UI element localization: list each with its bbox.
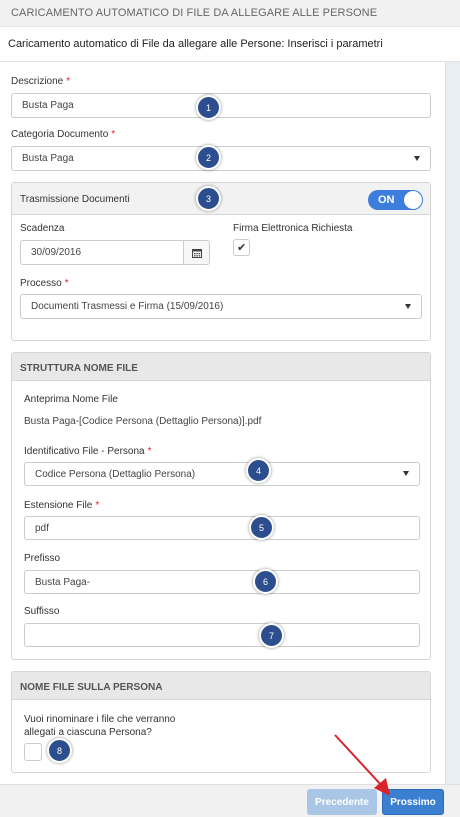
step-marker-2: 2 [196, 145, 221, 170]
categoria-label-text: Categoria Documento [11, 129, 109, 140]
processo-select[interactable]: Documenti Trasmessi e Firma (15/09/2016) [20, 294, 422, 319]
rinomina-question-line2: allegati a ciascuna Persona? [24, 727, 152, 738]
toggle-knob [404, 191, 422, 209]
vertical-scrollbar[interactable] [445, 62, 460, 784]
descrizione-value: Busta Paga [22, 100, 74, 111]
firma-checkbox[interactable]: ✔ [233, 239, 250, 256]
identificativo-label: Identificativo File - Persona * [24, 446, 152, 457]
scadenza-value: 30/09/2016 [31, 247, 82, 258]
anteprima-value: Busta Paga-[Codice Persona (Dettaglio Pe… [24, 416, 262, 427]
required-asterisk: * [147, 446, 152, 457]
struttura-panel: STRUTTURA NOME FILE Anteprima Nome File … [11, 352, 431, 660]
scadenza-date-input[interactable]: 30/09/2016 [20, 240, 184, 265]
prefisso-value: Busta Paga- [35, 576, 91, 588]
trasmissione-toggle[interactable]: ON [368, 190, 423, 210]
required-asterisk: * [64, 278, 69, 289]
required-asterisk: * [111, 129, 116, 140]
dialog-title-bar: CARICAMENTO AUTOMATICO DI FILE DA ALLEGA… [0, 0, 460, 27]
chevron-down-icon [414, 155, 420, 161]
estensione-label: Estensione File * [24, 500, 99, 511]
processo-label-text: Processo [20, 278, 62, 289]
nome-file-title: NOME FILE SULLA PERSONA [20, 682, 163, 693]
required-asterisk: * [66, 76, 71, 87]
step-marker-4: 4 [246, 458, 271, 483]
dialog-title: CARICAMENTO AUTOMATICO DI FILE DA ALLEGA… [11, 7, 378, 19]
descrizione-label-text: Descrizione [11, 76, 64, 87]
prefisso-input[interactable]: Busta Paga- [24, 570, 420, 594]
scadenza-label: Scadenza [20, 223, 65, 234]
anteprima-label: Anteprima Nome File [24, 394, 118, 405]
step-marker-7: 7 [259, 623, 284, 648]
categoria-label: Categoria Documento * [11, 129, 115, 140]
required-asterisk: * [95, 500, 100, 511]
identificativo-value: Codice Persona (Dettaglio Persona) [35, 468, 196, 480]
chevron-down-icon [405, 303, 411, 309]
estensione-label-text: Estensione File [24, 500, 93, 511]
categoria-value: Busta Paga [22, 153, 74, 164]
descrizione-input[interactable]: Busta Paga [11, 93, 431, 118]
dialog-subtitle-bar: Caricamento automatico di File da allega… [0, 27, 460, 62]
calendar-icon [192, 249, 202, 258]
dialog-subtitle: Caricamento automatico di File da allega… [8, 38, 383, 50]
nome-file-panel-header: NOME FILE SULLA PERSONA [12, 672, 430, 700]
toggle-label: ON [378, 194, 395, 206]
estensione-input[interactable]: pdf [24, 516, 420, 540]
identificativo-select[interactable]: Codice Persona (Dettaglio Persona) [24, 462, 420, 486]
suffisso-label: Suffisso [24, 606, 60, 617]
calendar-button[interactable] [183, 240, 210, 265]
identificativo-label-text: Identificativo File - Persona [24, 446, 145, 457]
chevron-down-icon [403, 471, 409, 476]
trasmissione-panel-header: Trasmissione Documenti ON [12, 183, 430, 215]
check-icon: ✔ [237, 242, 247, 254]
estensione-value: pdf [35, 522, 49, 534]
rinomina-question-line1: Vuoi rinominare i file che verranno [24, 714, 176, 725]
red-arrow-annotation [334, 734, 390, 796]
step-marker-8: 8 [47, 738, 72, 763]
trasmissione-title: Trasmissione Documenti [20, 194, 130, 205]
step-marker-6: 6 [253, 569, 278, 594]
prefisso-label: Prefisso [24, 553, 61, 564]
processo-label: Processo * [20, 278, 69, 289]
struttura-panel-header: STRUTTURA NOME FILE [12, 353, 430, 381]
firma-label: Firma Elettronica Richiesta [233, 223, 353, 234]
rinomina-checkbox[interactable] [24, 743, 42, 761]
step-marker-3: 3 [196, 186, 221, 211]
struttura-title: STRUTTURA NOME FILE [20, 363, 138, 374]
step-marker-5: 5 [249, 515, 274, 540]
trasmissione-panel: Trasmissione Documenti ON Scadenza 30/09… [11, 182, 431, 341]
suffisso-input[interactable] [24, 623, 420, 647]
categoria-select[interactable]: Busta Paga [11, 146, 431, 171]
processo-value: Documenti Trasmessi e Firma (15/09/2016) [31, 301, 224, 312]
descrizione-label: Descrizione * [11, 76, 70, 87]
step-marker-1: 1 [196, 95, 221, 120]
